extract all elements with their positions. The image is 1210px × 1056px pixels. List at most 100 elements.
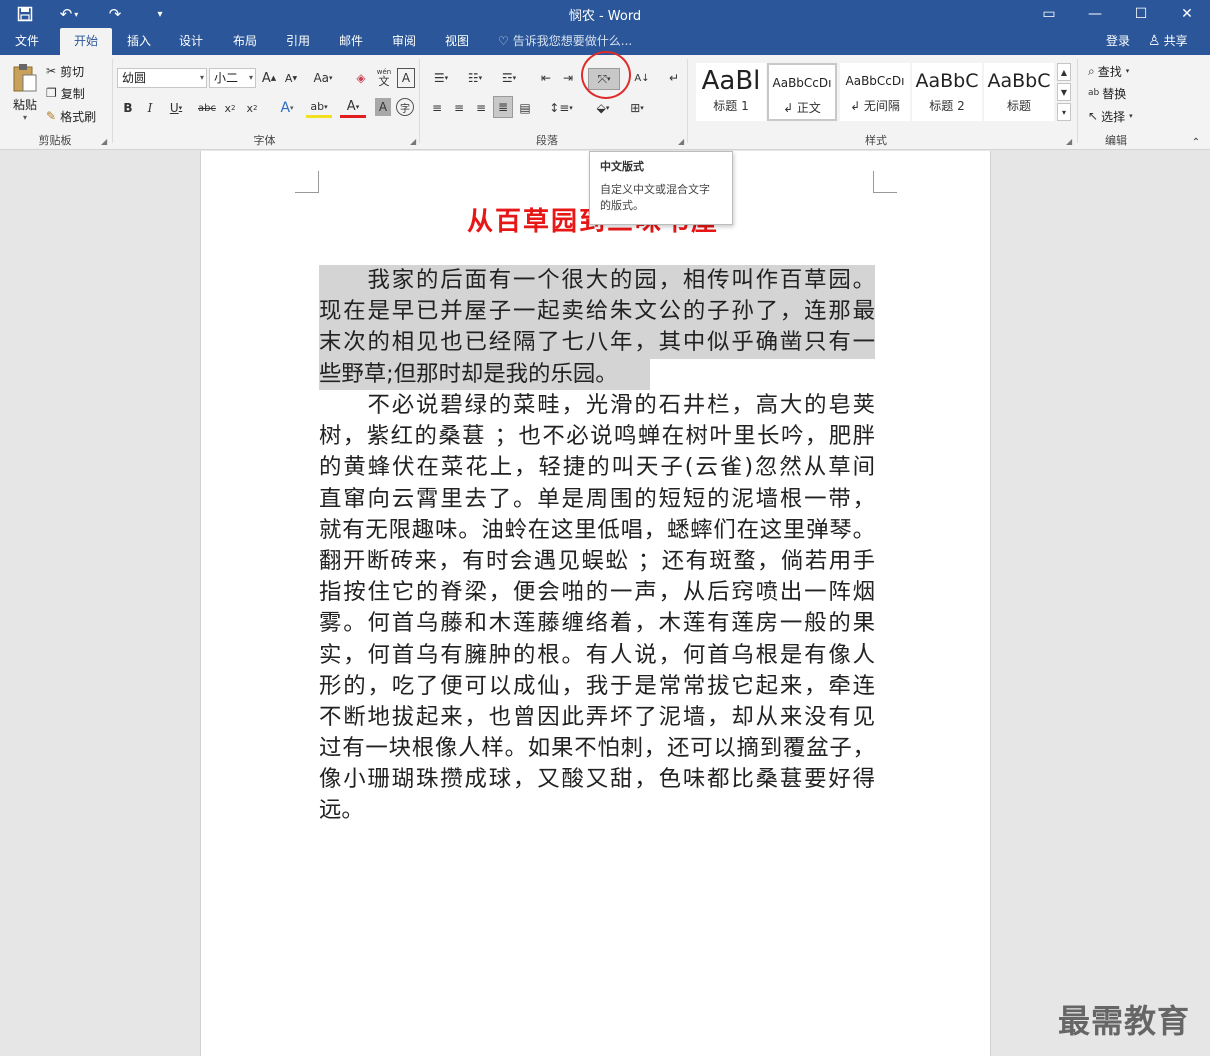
highlight-icon[interactable]: ab ▾ (306, 98, 332, 118)
bullets-icon[interactable]: ☰ ▾ (426, 68, 456, 88)
group-divider (112, 59, 113, 143)
document-page[interactable]: 从百草园到三味书屋 我家的后面有一个很大的园，相传叫作百草园。 现在是早已并屋子… (200, 151, 991, 1056)
phonetic-guide-icon[interactable]: wén 文 (374, 66, 394, 88)
clipboard-group-label: 剪贴板 (38, 134, 72, 147)
maximize-button[interactable]: ☐ (1118, 0, 1164, 28)
dialog-launcher-icon[interactable]: ◢ (101, 137, 107, 146)
paste-button[interactable]: 粘贴 ▾ (8, 61, 42, 123)
tooltip: 中文版式 自定义中文或混合文字 的版式。 (589, 151, 733, 225)
paragraph-1[interactable]: 我家的后面有一个很大的园，相传叫作百草园。 现在是早已并屋子一起卖给朱文公的子孙… (319, 265, 875, 390)
text-line: 指按住它的脊梁，便会啪的一声，从后窍喷出一阵烟 (319, 579, 875, 606)
sort-icon[interactable]: A↓ (632, 68, 652, 88)
character-border-icon[interactable]: A (397, 68, 415, 88)
share-button[interactable]: ♙ 共享 (1148, 28, 1188, 55)
dialog-launcher-icon[interactable]: ◢ (1066, 137, 1072, 146)
align-left-icon[interactable]: ≡ (428, 98, 446, 118)
font-color-icon[interactable]: A ▾ (340, 98, 366, 118)
tab-view[interactable]: 视图 (434, 28, 480, 55)
chevron-down-icon: ▾ (199, 73, 204, 82)
select-button[interactable]: ↖ 选择 ▾ (1088, 106, 1133, 126)
tab-review[interactable]: 审阅 (381, 28, 427, 55)
tab-file[interactable]: 文件 (4, 28, 50, 55)
ribbon-display-icon[interactable]: ▭ (1026, 0, 1072, 28)
character-shading-icon[interactable]: A (375, 98, 391, 116)
increase-indent-icon[interactable]: ⇥ (558, 68, 578, 88)
line-spacing-icon[interactable]: ↕≡ ▾ (546, 98, 576, 118)
underline-icon[interactable]: U ▾ (164, 98, 188, 118)
dialog-launcher-icon[interactable]: ◢ (678, 137, 684, 146)
multilevel-list-icon[interactable]: ☲ ▾ (494, 68, 524, 88)
styles-scroll-up-icon[interactable]: ▲ (1057, 63, 1071, 81)
styles-more-icon[interactable]: ▾ (1057, 103, 1071, 121)
paragraph-2[interactable]: 不必说碧绿的菜畦，光滑的石井栏，高大的皂荚 树，紫红的桑葚 ；也不必说鸣蝉在树叶… (319, 390, 875, 827)
decrease-indent-icon[interactable]: ⇤ (536, 68, 556, 88)
text-line: 不必说碧绿的菜畦，光滑的石井栏，高大的皂荚 (319, 392, 876, 418)
group-divider (687, 59, 688, 143)
justify-icon[interactable]: ≣ (493, 96, 513, 118)
tell-me-text: 告诉我您想要做什么... (512, 34, 633, 48)
style-no-spacing[interactable]: AaBbCcDı ↲ 无间隔 (840, 63, 910, 121)
text-line: 的黄蜂伏在菜花上，轻捷的叫天子(云雀)忽然从草间 (319, 454, 875, 481)
strikethrough-icon[interactable]: abc (196, 98, 218, 118)
title-bar: ↶ ▾ ↷ ▾ 悯农 - Word ▭ — ☐ ✕ (0, 0, 1210, 28)
tab-layout[interactable]: 布局 (222, 28, 268, 55)
enclose-character-icon[interactable]: 字 (396, 98, 414, 116)
superscript-icon[interactable]: x2 (243, 98, 261, 118)
format-painter-button[interactable]: ✎ 格式刷 (46, 106, 96, 126)
style-heading-1[interactable]: AaBl 标题 1 (696, 63, 766, 121)
shrink-font-icon[interactable]: A ▼ (282, 68, 300, 88)
text-line: 翻开断砖来，有时会遇见蜈蚣 ；还有斑蝥，倘若用手 (319, 547, 875, 574)
replace-button[interactable]: ab 替换 (1088, 83, 1126, 103)
redo-icon[interactable]: ↷ (104, 3, 126, 25)
tab-design[interactable]: 设计 (168, 28, 214, 55)
font-size-value: 小二 (214, 71, 239, 85)
italic-icon[interactable]: I (142, 98, 158, 118)
lightbulb-icon: ♡ (498, 34, 509, 48)
dialog-launcher-icon[interactable]: ◢ (410, 137, 416, 146)
style-heading-2[interactable]: AaBbC 标题 2 (912, 63, 982, 121)
close-button[interactable]: ✕ (1164, 0, 1210, 28)
distributed-icon[interactable]: ▤ (516, 98, 534, 118)
undo-icon[interactable]: ↶ ▾ (56, 3, 82, 25)
text-line: 些野草;但那时却是我的乐园。 (319, 358, 650, 390)
share-label: 共享 (1163, 34, 1188, 48)
minimize-button[interactable]: — (1072, 0, 1118, 28)
clear-formatting-icon[interactable]: ◈ (352, 68, 370, 88)
styles-scroll-down-icon[interactable]: ▼ (1057, 83, 1071, 101)
crop-mark (295, 171, 319, 193)
tab-mailings[interactable]: 邮件 (328, 28, 374, 55)
login-button[interactable]: 登录 (1106, 28, 1130, 55)
editing-group-label: 编辑 (1105, 134, 1127, 147)
customize-icon[interactable]: ▾ (150, 3, 170, 25)
font-name-combo[interactable]: 幼圆 ▾ (117, 68, 207, 88)
text-line: 形的，吃了便可以成仙，我于是常常拔它起来，牵连 (319, 672, 875, 699)
font-size-combo[interactable]: 小二 ▾ (209, 68, 256, 88)
change-case-icon[interactable]: Aa ▾ (310, 68, 336, 88)
numbering-icon[interactable]: ☷ ▾ (460, 68, 490, 88)
collapse-ribbon-icon[interactable]: ⌃ (1189, 135, 1203, 149)
style-normal[interactable]: AaBbCcDı ↲ 正文 (767, 63, 837, 121)
align-right-icon[interactable]: ≡ (472, 98, 490, 118)
text-line: 我家的后面有一个很大的园，相传叫作百草园。 (319, 265, 875, 297)
tab-references[interactable]: 引用 (275, 28, 321, 55)
align-center-icon[interactable]: ≡ (450, 98, 468, 118)
style-name: 标题 2 (929, 99, 965, 113)
borders-icon[interactable]: ⊞ ▾ (622, 98, 652, 118)
tab-home[interactable]: 开始 (60, 28, 112, 55)
tab-insert[interactable]: 插入 (116, 28, 162, 55)
shading-icon[interactable]: ⬙ ▾ (588, 98, 618, 118)
grow-font-icon[interactable]: A ▲ (260, 68, 278, 88)
font-group-label: 字体 (253, 134, 276, 147)
copy-button[interactable]: ❐ 复制 (46, 83, 85, 103)
magnifier-icon: ⌕ (1088, 63, 1095, 78)
bold-icon[interactable]: B (120, 98, 136, 118)
crop-mark (873, 171, 897, 193)
show-formatting-icon[interactable]: ↵ (664, 68, 684, 88)
style-title[interactable]: AaBbC 标题 (984, 63, 1054, 121)
save-icon[interactable] (14, 3, 36, 25)
find-button[interactable]: ⌕ 查找 ▾ (1088, 61, 1129, 81)
text-effects-icon[interactable]: A ▾ (274, 98, 300, 118)
copy-label: 复制 (60, 86, 85, 101)
cut-button[interactable]: ✂ 剪切 (46, 61, 84, 81)
subscript-icon[interactable]: x2 (221, 98, 239, 118)
